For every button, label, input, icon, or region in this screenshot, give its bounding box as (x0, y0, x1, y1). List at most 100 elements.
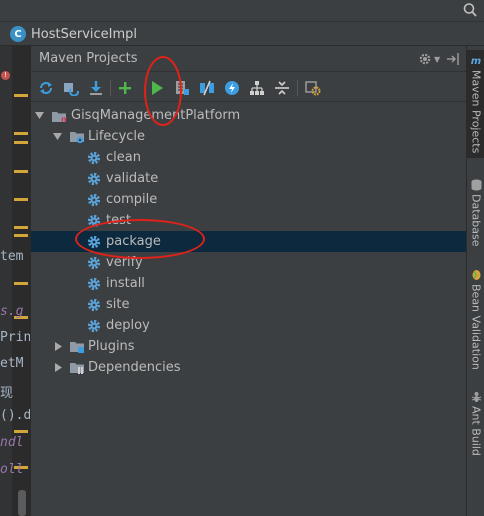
gear-icon (86, 255, 102, 271)
code-fragment: etM (0, 356, 24, 371)
toolbar-separator (110, 80, 111, 96)
change-marker (14, 430, 28, 433)
skip-tests-icon[interactable] (223, 79, 241, 97)
stripe-tab-bean-validation[interactable]: Bean Validation (467, 264, 484, 382)
ant-icon (470, 391, 482, 403)
bean-icon (470, 269, 482, 281)
chevron-down-icon[interactable]: ▼ (434, 55, 440, 64)
code-fragment: Prin (0, 330, 30, 345)
goal-label: validate (106, 171, 159, 186)
plugins-label: Plugins (88, 339, 135, 354)
change-marker (14, 132, 28, 135)
editor-scrollbar[interactable] (18, 490, 26, 516)
panel-title: Maven Projects (39, 51, 138, 66)
tree-node-dependencies[interactable]: Dependencies (31, 357, 467, 378)
svg-text:m: m (61, 115, 67, 124)
change-marker (14, 282, 28, 285)
file-tab-label: HostServiceImpl (31, 26, 138, 42)
goal-verify[interactable]: verify (31, 252, 467, 273)
code-fragment: ndl (0, 435, 24, 450)
change-marker (14, 94, 28, 97)
stripe-tab-label: Database (469, 194, 483, 247)
code-fragment: ().d (0, 408, 30, 423)
generate-sources-icon[interactable] (62, 79, 80, 97)
code-fragment: 现 (0, 386, 14, 401)
collapse-all-icon[interactable] (273, 79, 291, 97)
top-bar (0, 0, 484, 22)
chevron-right-icon[interactable] (53, 363, 63, 373)
stripe-tab-database[interactable]: Database (467, 174, 484, 248)
chevron-down-icon[interactable] (34, 111, 44, 121)
settings-icon[interactable] (304, 79, 322, 97)
code-fragment: oll (0, 462, 24, 477)
gear-icon (86, 171, 102, 187)
maven-projects-panel: Maven Projects ▼ m GisqManagementPlatfor… (30, 46, 467, 516)
tree-node-lifecycle[interactable]: Lifecycle (31, 126, 467, 147)
goal-label: site (106, 297, 130, 312)
goal-label: test (106, 213, 131, 228)
goal-site[interactable]: site (31, 294, 467, 315)
error-marker-icon: ! (1, 71, 10, 80)
gear-icon (86, 234, 102, 250)
gear-icon[interactable] (417, 51, 433, 67)
gear-icon (86, 276, 102, 292)
goal-package[interactable]: package (31, 231, 467, 252)
toolbar-separator (297, 80, 298, 96)
stripe-tab-label: Bean Validation (469, 284, 483, 370)
tree-node-plugins[interactable]: Plugins (31, 336, 467, 357)
goal-clean[interactable]: clean (31, 147, 467, 168)
code-editor[interactable]: ! tem s.g Prin etM 现 ().d ndl oll (0, 46, 30, 516)
chevron-down-icon[interactable] (52, 132, 62, 142)
goal-compile[interactable]: compile (31, 189, 467, 210)
folder-gear-icon (69, 129, 85, 145)
right-tool-stripe: m Maven Projects Database Bean Validatio… (466, 46, 484, 516)
goal-install[interactable]: install (31, 273, 467, 294)
goal-test[interactable]: test (31, 210, 467, 231)
goal-deploy[interactable]: deploy (31, 315, 467, 336)
search-icon[interactable] (462, 2, 478, 18)
gear-icon (86, 213, 102, 229)
execute-goal-icon[interactable] (173, 79, 191, 97)
folder-plugin-icon (69, 339, 85, 355)
change-marker (14, 226, 28, 229)
project-label: GisqManagementPlatform (71, 108, 241, 123)
chevron-right-icon[interactable] (53, 342, 63, 352)
code-fragment: tem (0, 249, 24, 264)
maven-module-icon: m (51, 108, 67, 124)
dependencies-label: Dependencies (88, 360, 181, 375)
gear-icon (86, 297, 102, 313)
stripe-tab-label: Ant Build (469, 406, 483, 456)
toggle-offline-icon[interactable] (198, 79, 216, 97)
run-icon[interactable] (148, 79, 166, 97)
maven-tree: m GisqManagementPlatform Lifecycle clean (31, 104, 467, 516)
stripe-tab-ant-build[interactable]: Ant Build (467, 386, 484, 462)
class-icon: C (10, 26, 26, 42)
stripe-tab-maven-projects[interactable]: m Maven Projects (467, 50, 484, 158)
add-icon[interactable] (116, 79, 134, 97)
goal-label: install (106, 276, 145, 291)
change-marker (14, 198, 28, 201)
hide-panel-icon[interactable] (445, 51, 461, 67)
tree-node-project[interactable]: m GisqManagementPlatform (31, 105, 467, 126)
change-marker (14, 141, 28, 144)
goal-label: compile (106, 192, 158, 207)
goal-label: deploy (106, 318, 150, 333)
panel-header: Maven Projects ▼ (31, 46, 467, 72)
goal-label: verify (106, 255, 143, 270)
maven-icon: m (470, 55, 482, 67)
change-marker (14, 234, 28, 237)
change-marker (14, 170, 28, 173)
download-icon[interactable] (87, 79, 105, 97)
gear-icon (86, 150, 102, 166)
goal-label: clean (106, 150, 141, 165)
maven-toolbar (31, 72, 467, 102)
reimport-icon[interactable] (37, 79, 55, 97)
database-icon (470, 179, 482, 191)
editor-tab-bar: C HostServiceImpl (0, 22, 484, 46)
show-dependencies-icon[interactable] (248, 79, 266, 97)
lifecycle-label: Lifecycle (88, 129, 146, 144)
goal-validate[interactable]: validate (31, 168, 467, 189)
file-tab[interactable]: C HostServiceImpl (4, 24, 143, 44)
stripe-tab-label: Maven Projects (469, 70, 483, 154)
gear-icon (86, 318, 102, 334)
